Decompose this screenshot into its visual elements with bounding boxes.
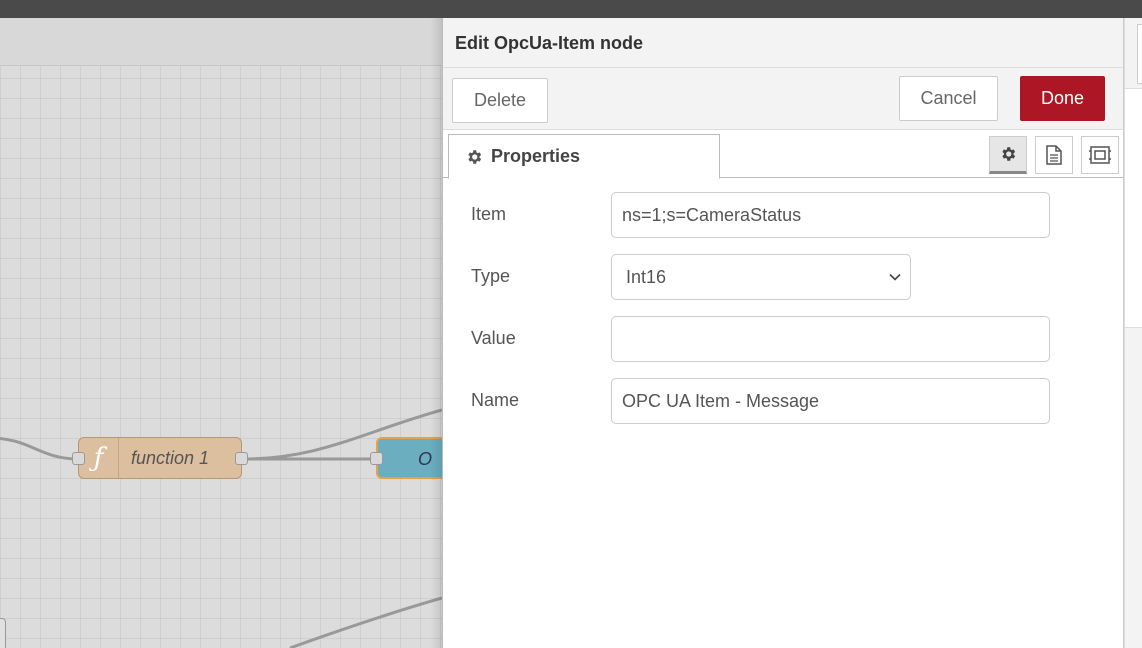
tray-title: Edit OpcUa-Item node — [455, 33, 644, 53]
opcua-node-input-port[interactable] — [370, 452, 383, 465]
form-row-value: Value — [443, 316, 1123, 362]
name-input[interactable] — [611, 378, 1050, 424]
function-node-label: function 1 — [131, 448, 210, 468]
flow-workspace[interactable]: ƒ function 1 O — [0, 18, 442, 648]
edit-tray: Edit OpcUa-Item node Delete Cancel Done … — [442, 18, 1124, 648]
appearance-icon — [1089, 146, 1111, 164]
partial-node[interactable] — [0, 618, 6, 648]
type-select[interactable]: Int16 — [611, 254, 911, 300]
value-label: Value — [471, 328, 516, 348]
tab-properties[interactable]: Properties — [448, 134, 720, 179]
function-node-input-port[interactable] — [72, 452, 85, 465]
chevron-down-icon — [889, 273, 901, 281]
right-sidebar — [1124, 18, 1142, 648]
form-row-type: Type Int16 — [443, 254, 1123, 300]
type-select-value: Int16 — [626, 266, 667, 287]
done-button[interactable]: Done — [1020, 76, 1105, 121]
tray-tabs: Properties — [443, 130, 1123, 179]
wire-bottom — [289, 596, 442, 648]
wires-layer — [0, 408, 442, 648]
form-row-name: Name — [443, 378, 1123, 424]
app-header-bar — [0, 0, 1142, 18]
document-icon — [1046, 145, 1062, 165]
function-icon: ƒ — [79, 438, 119, 478]
type-label: Type — [471, 266, 511, 286]
wire-in — [0, 436, 79, 461]
cancel-button[interactable]: Cancel — [899, 76, 998, 121]
value-input[interactable] — [611, 316, 1050, 362]
tray-toolbar: Delete Cancel Done — [443, 68, 1123, 130]
sidebar-content — [1125, 88, 1142, 328]
delete-button[interactable]: Delete — [452, 78, 548, 123]
tab-settings[interactable] — [989, 136, 1027, 174]
name-label: Name — [471, 390, 520, 410]
function-node[interactable]: ƒ function 1 — [78, 437, 242, 479]
tab-properties-label: Properties — [491, 146, 581, 166]
gear-icon — [468, 149, 482, 164]
item-label: Item — [471, 204, 507, 224]
tab-description[interactable] — [1035, 136, 1073, 174]
form-row-item: Item — [443, 192, 1123, 238]
item-input[interactable] — [611, 192, 1050, 238]
tray-header: Edit OpcUa-Item node — [443, 18, 1123, 68]
gear-icon — [1002, 147, 1016, 161]
function-node-output-port[interactable] — [235, 452, 248, 465]
sidebar-tab[interactable] — [1137, 24, 1142, 84]
tab-appearance[interactable] — [1081, 136, 1119, 174]
